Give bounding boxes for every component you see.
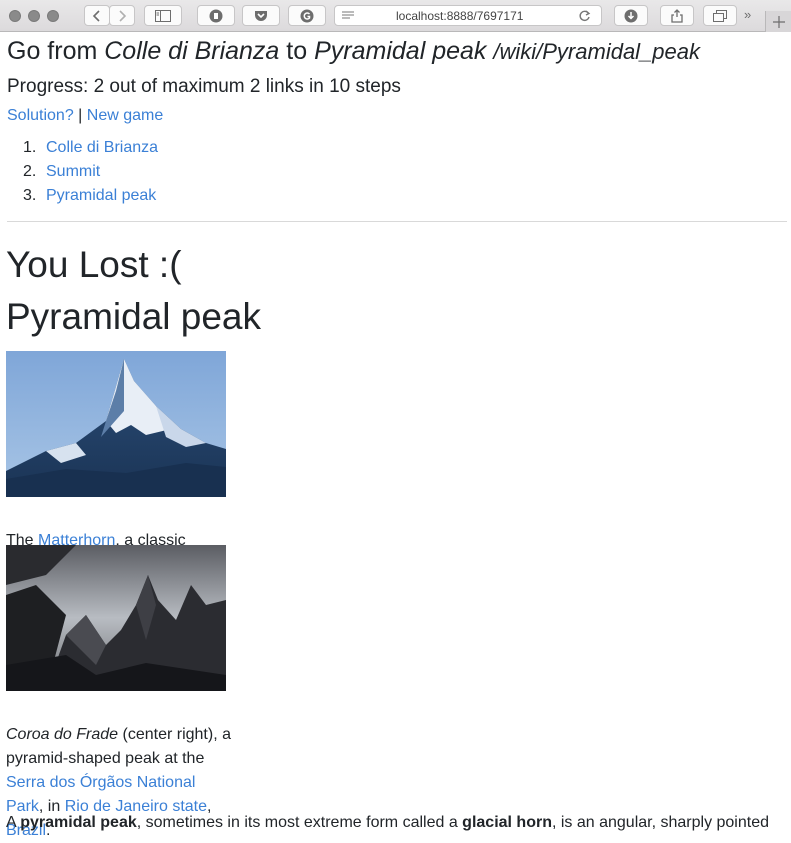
grammarly-icon: [300, 9, 314, 22]
new-game-link[interactable]: New game: [87, 107, 163, 124]
action-separator: |: [78, 107, 83, 124]
share-button[interactable]: [660, 5, 694, 26]
game-actions: Solution? | New game: [7, 107, 163, 125]
caption-italic: Coroa do Frade: [6, 726, 119, 743]
grammarly-button[interactable]: [288, 5, 326, 26]
matterhorn-image: [6, 351, 226, 497]
list-item: 1. Colle di Brianza: [23, 136, 158, 160]
browser-toolbar: localhost:8888/7697171 »: [0, 0, 791, 32]
target-route: /wiki/Pyramidal_peak: [493, 39, 701, 64]
step-link[interactable]: Colle di Brianza: [46, 139, 158, 156]
step-number: 3.: [23, 187, 37, 204]
step-number: 1.: [23, 139, 37, 156]
sidebar-icon: [155, 9, 171, 22]
intro-text: , is an angular, sharply pointed: [551, 814, 769, 831]
caption-text: , in: [38, 798, 65, 815]
step-link[interactable]: Summit: [46, 163, 100, 180]
result-heading: You Lost :(: [6, 244, 182, 285]
plus-icon: [772, 15, 785, 28]
coroa-do-frade-image: [6, 545, 226, 691]
download-icon: [624, 9, 638, 22]
caption-text: ,: [207, 798, 212, 815]
steps-list: 1. Colle di Brianza 2. Summit 3. Pyramidal …: [23, 136, 158, 208]
rio-de-janeiro-link[interactable]: Rio de Janeiro state: [65, 798, 207, 815]
back-button[interactable]: [84, 5, 110, 26]
downloads-button[interactable]: [614, 5, 648, 26]
reader-mode-icon[interactable]: [342, 11, 354, 21]
chevron-left-icon: [92, 9, 100, 22]
game-header: Go from Colle di Brianza to Pyramidal pe…: [7, 37, 700, 66]
window-controls: [9, 10, 59, 22]
step-link[interactable]: Pyramidal peak: [46, 187, 156, 204]
list-item: 3. Pyramidal peak: [23, 184, 158, 208]
overflow-chevron-icon[interactable]: »: [744, 7, 751, 22]
header-to: to: [286, 37, 308, 65]
reload-icon[interactable]: [578, 9, 591, 22]
address-bar[interactable]: localhost:8888/7697171: [334, 5, 602, 26]
header-go-from: Go from: [7, 37, 98, 65]
intro-bold: glacial horn: [462, 814, 552, 831]
intro-text: , sometimes in its most extreme form cal…: [136, 814, 463, 831]
forward-button[interactable]: [109, 5, 135, 26]
target-article: Pyramidal peak: [314, 37, 487, 65]
chevron-right-icon: [119, 9, 127, 22]
step-number: 2.: [23, 163, 37, 180]
pocket-icon: [255, 10, 267, 21]
zoom-window-button[interactable]: [47, 10, 59, 22]
close-window-button[interactable]: [9, 10, 21, 22]
pocket-button[interactable]: [242, 5, 280, 26]
list-item: 2. Summit: [23, 160, 158, 184]
shield-icon: [209, 9, 223, 22]
start-article: Colle di Brianza: [104, 37, 280, 65]
intro-bold: pyramidal peak: [20, 814, 137, 831]
sidebar-button[interactable]: [144, 5, 182, 26]
extension-button[interactable]: [197, 5, 235, 26]
article-intro: A pyramidal peak, sometimes in its most …: [6, 814, 769, 832]
intro-text: A: [6, 814, 21, 831]
new-tab-button[interactable]: [765, 11, 791, 32]
tabs-icon: [713, 9, 727, 22]
minimize-window-button[interactable]: [28, 10, 40, 22]
page-content: Go from Colle di Brianza to Pyramidal pe…: [0, 32, 791, 840]
article-title: Pyramidal peak: [6, 296, 262, 337]
solution-link[interactable]: Solution?: [7, 107, 74, 124]
divider: [7, 221, 787, 222]
share-icon: [671, 8, 683, 23]
tabs-overview-button[interactable]: [703, 5, 737, 26]
progress-text: Progress: 2 out of maximum 2 links in 10…: [7, 76, 401, 97]
